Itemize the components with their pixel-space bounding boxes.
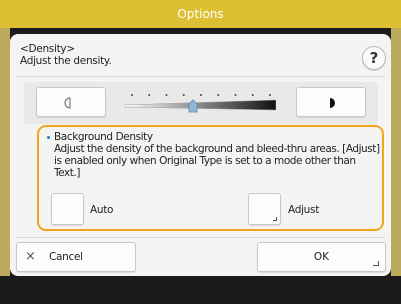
slider-tick (131, 94, 133, 96)
dialog-subtitle: Adjust the density. (20, 55, 112, 67)
ok-button[interactable]: OK (257, 242, 386, 272)
dialog-title: <Density> (20, 43, 75, 55)
half-circle-light-icon (64, 97, 71, 109)
adjust-label: Adjust (288, 204, 320, 216)
slider-tick (148, 94, 151, 96)
cancel-button[interactable]: × Cancel (16, 242, 136, 272)
slider-tick (217, 94, 220, 96)
adjust-button[interactable] (248, 193, 281, 225)
footer-divider (16, 237, 385, 238)
auto-button[interactable] (51, 193, 84, 225)
help-button[interactable]: ? (362, 46, 386, 70)
header-divider (16, 76, 385, 77)
slider-ticks (131, 94, 271, 96)
lighter-button[interactable] (36, 87, 106, 117)
background-right-strip (391, 28, 401, 276)
auto-label: Auto (90, 204, 114, 216)
darker-button[interactable] (296, 87, 366, 117)
close-icon: × (25, 249, 36, 264)
corner-arrow-icon (373, 261, 379, 266)
cancel-label: Cancel (49, 251, 83, 263)
half-circle-dark-icon (330, 98, 335, 108)
ok-label: OK (313, 251, 330, 263)
background-density-title: Background Density (54, 131, 153, 143)
background-density-panel: Background Density Adjust the density of… (37, 125, 384, 231)
background-left-strip (0, 28, 10, 276)
slider-tick (200, 94, 202, 96)
window-title: Options (177, 7, 224, 21)
slider-tick (182, 94, 185, 96)
density-panel (24, 82, 378, 124)
slider-tick (234, 94, 237, 96)
density-gradient-wedge (124, 99, 276, 111)
background-bottom-band (0, 276, 401, 304)
slider-handle[interactable] (188, 99, 198, 113)
slider-tick (269, 94, 271, 96)
bullet-icon (47, 136, 50, 139)
slider-tick (165, 94, 168, 96)
density-slider[interactable] (124, 86, 276, 118)
density-dialog: <Density> Adjust the density. ? Backgrou… (10, 34, 391, 276)
slider-tick (251, 94, 254, 96)
background-density-description: Adjust the density of the background and… (54, 143, 380, 179)
corner-arrow-icon (273, 217, 277, 221)
